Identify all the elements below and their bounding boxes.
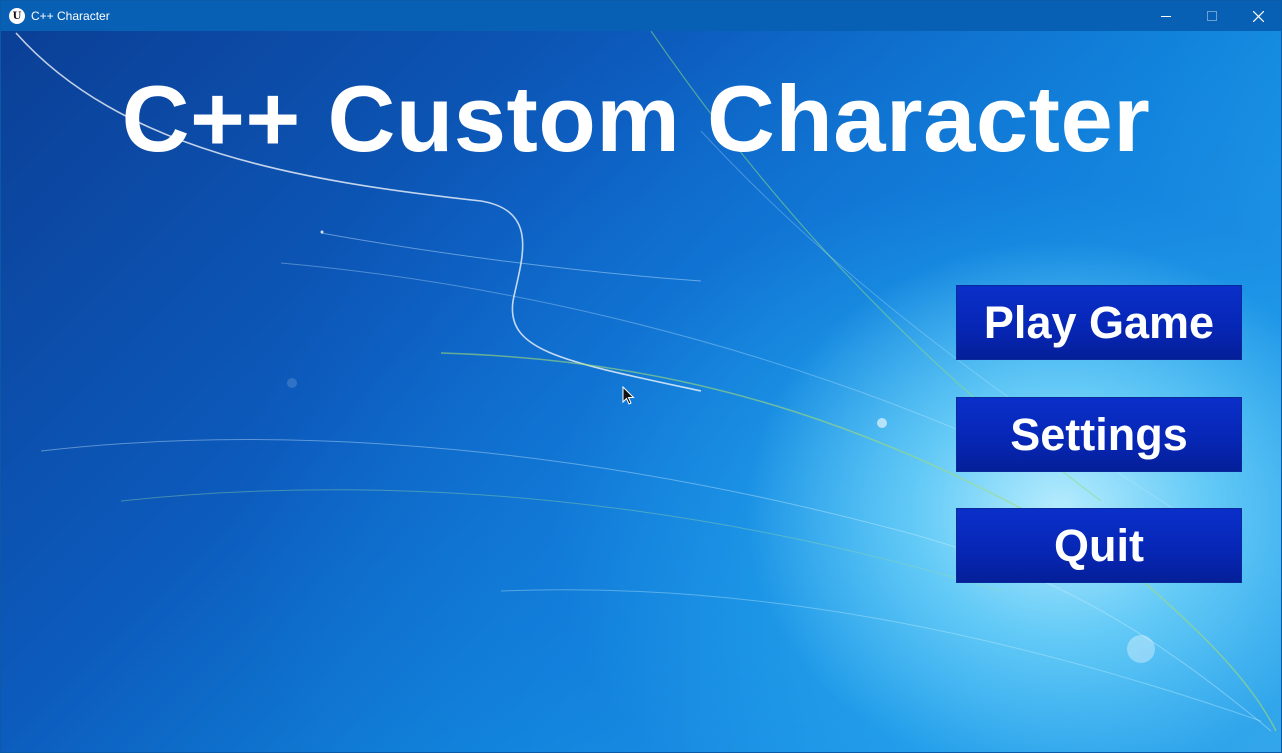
minimize-button[interactable] (1143, 1, 1189, 31)
maximize-button[interactable] (1189, 1, 1235, 31)
game-viewport[interactable]: C++ Custom Character Play Game Settings … (1, 31, 1281, 752)
play-game-button[interactable]: Play Game (956, 285, 1242, 360)
main-menu-title: C++ Custom Character (121, 66, 1151, 171)
game-window: U C++ Character C++ Custom Character Pla… (0, 0, 1282, 753)
minimize-icon (1161, 16, 1171, 17)
window-controls (1143, 1, 1281, 31)
window-title: C++ Character (31, 9, 110, 23)
maximize-icon (1207, 11, 1217, 21)
title-bar[interactable]: U C++ Character (1, 1, 1281, 31)
close-button[interactable] (1235, 1, 1281, 31)
close-icon (1252, 10, 1264, 22)
unreal-engine-logo-icon: U (9, 8, 25, 24)
mouse-cursor-icon (622, 386, 635, 405)
settings-button[interactable]: Settings (956, 397, 1242, 472)
quit-button[interactable]: Quit (956, 508, 1242, 583)
